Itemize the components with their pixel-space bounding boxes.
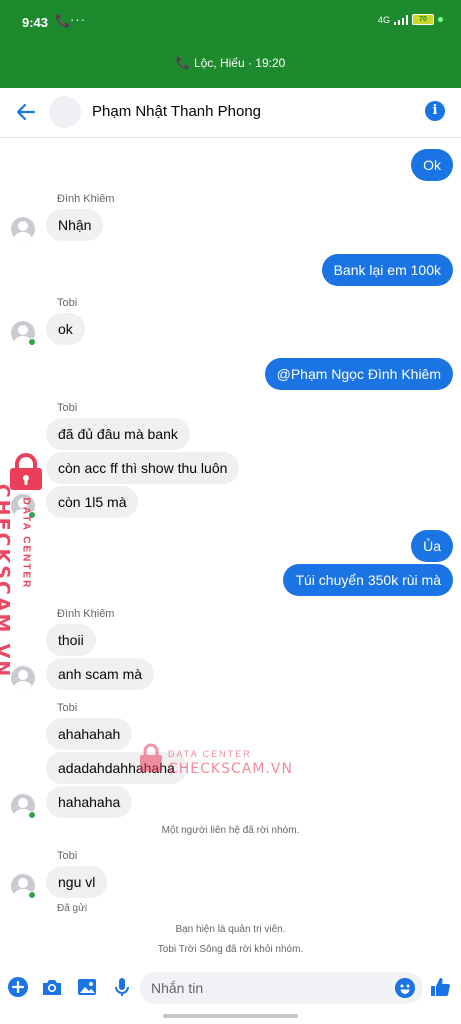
message-bubble-incoming[interactable]: đã đủ đâu mà bank (46, 418, 190, 450)
message-input-placeholder: Nhắn tin (151, 980, 204, 996)
watermark-big: CHECKSCAM.VN (168, 761, 293, 777)
camera-icon[interactable] (41, 976, 63, 998)
status-time: 9:43 (22, 15, 49, 30)
more-dots-icon: ··· (70, 12, 86, 27)
home-indicator[interactable] (163, 1014, 298, 1018)
message-bubble-incoming[interactable]: còn acc ff thì show thu luôn (46, 452, 240, 484)
chat-header: Phạm Nhật Thanh Phong i (0, 88, 461, 138)
message-composer: Nhắn tin (0, 966, 461, 1012)
message-bubble-outgoing[interactable]: Túi chuyển 350k rùi mà (283, 564, 453, 596)
phone-icon: 📞 (55, 13, 72, 28)
image-icon[interactable] (76, 976, 98, 998)
plus-icon[interactable] (7, 976, 29, 998)
online-status-dot (28, 811, 36, 819)
sender-name: Tobi (57, 702, 78, 714)
ongoing-call-banner[interactable]: 📞 Lộc, Hiếu · 19:20 (0, 46, 461, 88)
battery-icon: 70 (412, 14, 434, 25)
watermark-big: CHECKSCAM.VN (0, 483, 14, 679)
emoji-icon[interactable] (395, 978, 415, 998)
avatar[interactable] (11, 666, 35, 690)
status-indicators: 4G 70 (378, 14, 443, 25)
sender-name: Đình Khiêm (57, 193, 115, 205)
message-bubble-incoming[interactable]: thoii (46, 624, 96, 656)
message-bubble-incoming[interactable]: Nhận (46, 209, 104, 241)
group-avatar[interactable] (49, 96, 81, 128)
watermark-small: DATA CENTER (20, 497, 32, 590)
sender-name: Đình Khiêm (57, 608, 115, 620)
info-icon[interactable]: i (425, 101, 445, 121)
message-bubble-incoming[interactable]: adadahdahhahaha (46, 752, 187, 784)
message-bubble-incoming[interactable]: ngu vl (46, 866, 108, 898)
system-notice: Tobi Trời Sông đã rời khỏi nhóm. (157, 944, 304, 955)
call-icon: 📞 (175, 56, 194, 70)
watermark-small: DATA CENTER (168, 749, 252, 759)
message-bubble-outgoing[interactable]: Ok (411, 149, 453, 181)
watermark-lock-icon (140, 743, 162, 772)
like-icon[interactable] (429, 976, 451, 998)
back-arrow-icon[interactable] (14, 100, 38, 124)
mic-icon[interactable] (111, 976, 133, 998)
message-input[interactable]: Nhắn tin (140, 972, 423, 1004)
delivery-status: Đã gửi (57, 903, 88, 914)
message-bubble-outgoing[interactable]: Ủa (411, 530, 453, 562)
message-bubble-incoming[interactable]: hahahaha (46, 786, 133, 818)
message-bubble-outgoing[interactable]: Bank lại em 100k (321, 254, 453, 286)
system-notice: Một người liên hệ đã rời nhóm. (161, 825, 300, 836)
message-bubble-incoming[interactable]: còn 1l5 mà (46, 486, 139, 518)
online-status-dot (28, 891, 36, 899)
sender-name: Tobi (57, 297, 78, 309)
system-notice: Bạn hiện là quản trị viên. (175, 924, 286, 935)
signal-icon (394, 14, 408, 25)
message-bubble-incoming[interactable]: ahahahah (46, 718, 133, 750)
network-label: 4G (377, 14, 390, 25)
sender-name: Tobi (57, 402, 78, 414)
sender-name: Tobi (57, 850, 78, 862)
privacy-dot-icon (438, 17, 443, 22)
avatar[interactable] (11, 217, 35, 241)
message-bubble-incoming[interactable]: ok (46, 313, 85, 345)
status-bar: 9:43 📞 ··· 4G 70 (0, 0, 461, 46)
message-bubble-incoming[interactable]: anh scam mà (46, 658, 155, 690)
online-status-dot (28, 338, 36, 346)
chat-title[interactable]: Phạm Nhật Thanh Phong (92, 103, 261, 120)
call-banner-text: Lộc, Hiếu · 19:20 (193, 56, 286, 70)
message-bubble-mention[interactable]: @Phạm Ngọc Đình Khiêm (264, 358, 453, 390)
